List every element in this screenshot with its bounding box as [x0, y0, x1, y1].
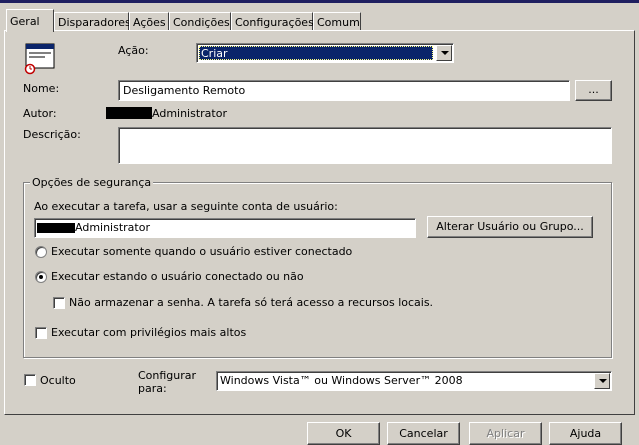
radio-logged-on-only[interactable]: [35, 246, 47, 258]
configure-label-line1: Configurar: [138, 369, 197, 382]
browse-button[interactable]: ...: [575, 80, 612, 101]
run-highest-privileges-checkbox[interactable]: [35, 327, 47, 339]
tab-disparadores[interactable]: Disparadores: [54, 12, 131, 30]
help-label: Ajuda: [569, 427, 602, 440]
help-button[interactable]: Ajuda: [549, 422, 622, 445]
no-store-password-label: Não armazenar a senha. A tarefa só terá …: [69, 296, 434, 309]
author-value: Administrator: [152, 107, 227, 120]
action-selection-highlight: Criar: [199, 46, 433, 60]
configure-for-dropdown[interactable]: Windows Vista™ ou Windows Server™ 2008: [216, 371, 612, 391]
run-highest-label: Executar com privilégios mais altos: [51, 326, 247, 339]
cancel-label: Cancelar: [399, 427, 448, 440]
tab-configuracoes[interactable]: Configurações: [231, 12, 314, 30]
configure-label-line2: para:: [138, 382, 167, 395]
chevron-down-icon[interactable]: [594, 373, 610, 389]
change-user-label: Alterar Usuário ou Grupo...: [436, 220, 584, 233]
description-label: Descrição:: [23, 128, 81, 141]
tab-label: Ações: [133, 16, 166, 29]
redacted-domain: [106, 107, 152, 119]
tab-comum[interactable]: Comum: [313, 12, 361, 30]
action-dropdown[interactable]: Criar: [196, 43, 454, 63]
radio-selected-dot: [39, 275, 43, 279]
hidden-label: Oculto: [40, 374, 76, 387]
name-value: Desligamento Remoto: [123, 84, 246, 97]
apply-label: Aplicar: [486, 427, 525, 440]
radio-logged-on-label: Executar somente quando o usuário estive…: [51, 245, 353, 258]
redacted-domain: [37, 223, 75, 233]
radio-logged-on-or-not-label: Executar estando o usuário conectado ou …: [51, 270, 304, 283]
author-label: Autor:: [23, 107, 57, 120]
security-options-legend: Opções de segurança: [30, 176, 154, 189]
window-top-edge: [0, 0, 639, 3]
hidden-checkbox[interactable]: [24, 374, 36, 386]
user-account-field: Administrator: [34, 218, 416, 238]
name-label: Nome:: [23, 82, 60, 95]
name-input[interactable]: Desligamento Remoto: [118, 80, 570, 101]
tab-label: Geral: [10, 15, 40, 28]
ok-label: OK: [335, 427, 352, 440]
browse-label: ...: [588, 83, 599, 96]
radio-logged-on-or-not[interactable]: [35, 271, 47, 283]
account-value: Administrator: [75, 221, 150, 234]
configure-value: Windows Vista™ ou Windows Server™ 2008: [220, 374, 463, 387]
change-user-group-button[interactable]: Alterar Usuário ou Grupo...: [427, 216, 593, 238]
tab-acoes[interactable]: Ações: [129, 12, 169, 30]
run-as-text: Ao executar a tarefa, usar a seguinte co…: [34, 200, 338, 213]
action-value: Criar: [201, 47, 228, 60]
no-store-password-checkbox[interactable]: [53, 297, 65, 309]
tab-label: Configurações: [235, 16, 314, 29]
tab-condicoes[interactable]: Condições: [169, 12, 231, 30]
tab-label: Comum: [317, 16, 360, 29]
description-textarea[interactable]: [118, 127, 612, 164]
chevron-down-icon[interactable]: [436, 45, 452, 61]
ok-button[interactable]: OK: [307, 422, 380, 445]
tab-label: Condições: [173, 16, 230, 29]
tab-geral[interactable]: Geral: [6, 9, 54, 32]
apply-button[interactable]: Aplicar: [469, 422, 542, 445]
cancel-button[interactable]: Cancelar: [387, 422, 460, 445]
action-label: Ação:: [118, 44, 149, 57]
task-icon: [23, 43, 57, 75]
tab-label: Disparadores: [58, 16, 131, 29]
